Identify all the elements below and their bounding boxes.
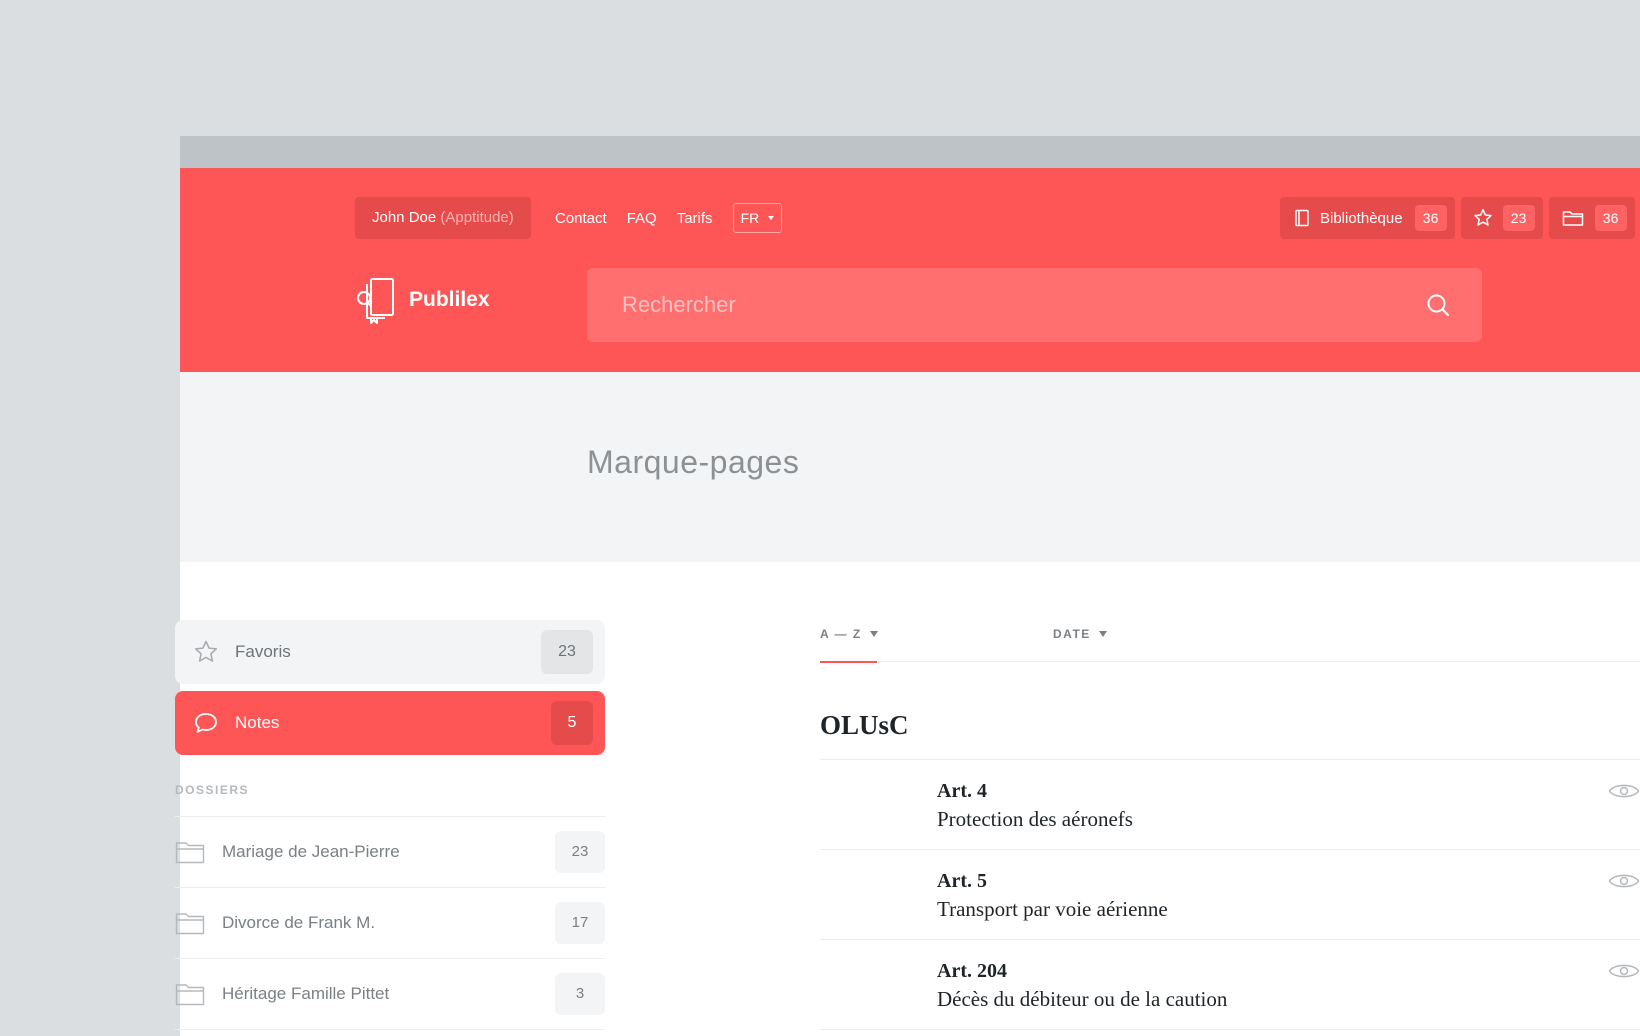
folder-icon — [175, 842, 205, 864]
nav-tarifs-link[interactable]: Tarifs — [677, 210, 713, 227]
caret-down-icon — [768, 216, 775, 220]
sort-date-button[interactable]: DATE — [1053, 627, 1107, 641]
book-icon — [1295, 209, 1309, 227]
folder-item[interactable]: Mariage de Jean-Pierre 23 — [175, 817, 605, 888]
sort-az-button[interactable]: A — Z — [820, 627, 878, 641]
language-select[interactable]: FR — [732, 203, 783, 233]
count-badge: 23 — [541, 630, 593, 674]
article-title: Protection des aéronefs — [937, 807, 1133, 831]
article-row[interactable]: Art. 204 Décès du débiteur ou de la caut… — [820, 940, 1640, 1030]
folders-button[interactable]: 36 — [1548, 197, 1635, 239]
library-button[interactable]: Bibliothèque 36 — [1280, 197, 1455, 239]
sidebar: Favoris 23 Notes 5 DOSSIERS Mariage de J… — [175, 620, 605, 1030]
favorites-button[interactable]: 23 — [1460, 197, 1543, 239]
folders-heading: DOSSIERS — [175, 783, 605, 817]
caret-down-icon — [869, 631, 878, 637]
count-badge: 5 — [551, 701, 593, 745]
bookmark-list: A — Z DATE OLUsC Art. 4 Protection des a… — [820, 620, 1640, 1030]
count-badge: 23 — [555, 831, 605, 873]
user-menu-button[interactable]: John Doe (Apptitude) — [355, 197, 531, 239]
favorites-count-badge: 23 — [1502, 205, 1535, 231]
sort-date-label: DATE — [1053, 627, 1091, 641]
sidebar-item-notes[interactable]: Notes 5 — [175, 691, 605, 755]
sort-bar: A — Z DATE — [820, 620, 1640, 663]
search-input[interactable] — [587, 268, 1482, 342]
eye-icon[interactable] — [1608, 780, 1640, 802]
folder-icon — [1562, 211, 1583, 226]
user-name: John Doe — [372, 209, 437, 226]
count-badge: 3 — [555, 973, 605, 1015]
library-count-badge: 36 — [1414, 205, 1447, 231]
folder-icon — [175, 984, 205, 1006]
sidebar-item-label: Notes — [235, 713, 280, 732]
folder-name: Divorce de Frank M. — [222, 913, 376, 932]
header-counters: Bibliothèque 36 23 36 — [1280, 197, 1640, 239]
star-icon — [1473, 209, 1492, 226]
sort-az-label: A — Z — [820, 627, 862, 641]
search-bar — [587, 268, 1482, 342]
folder-name: Mariage de Jean-Pierre — [222, 842, 400, 861]
search-icon[interactable] — [1426, 293, 1450, 317]
nav-faq-link[interactable]: FAQ — [627, 210, 657, 227]
eye-icon[interactable] — [1608, 870, 1640, 892]
article-number: Art. 5 — [937, 870, 987, 892]
language-value: FR — [740, 210, 760, 226]
article-number: Art. 4 — [937, 780, 987, 802]
brand-name: Publilex — [409, 288, 490, 311]
count-badge: 17 — [555, 902, 605, 944]
folder-name: Héritage Famille Pittet — [222, 984, 390, 1003]
folder-item[interactable]: Héritage Famille Pittet 3 — [175, 959, 605, 1030]
header: John Doe (Apptitude) Contact FAQ Tarifs … — [180, 168, 1640, 372]
page-title: Marque-pages — [587, 444, 800, 480]
sidebar-item-label: Favoris — [235, 642, 291, 661]
folder-item[interactable]: Divorce de Frank M. 17 — [175, 888, 605, 959]
caret-down-icon — [1098, 631, 1107, 637]
group-title: OLUsC — [820, 710, 1640, 760]
star-icon — [194, 640, 218, 662]
article-title: Transport par voie aérienne — [937, 897, 1168, 921]
article-title: Décès du débiteur ou de la caution — [937, 987, 1228, 1011]
nav-contact-link[interactable]: Contact — [555, 210, 607, 227]
library-label: Bibliothèque — [1320, 209, 1403, 227]
page-header-band: Marque-pages — [180, 372, 1640, 562]
comment-icon — [195, 713, 217, 733]
logo-icon — [357, 278, 394, 324]
active-sort-indicator — [820, 660, 877, 663]
user-org: (Apptitude) — [440, 209, 514, 226]
folders-count-badge: 36 — [1594, 205, 1627, 231]
sidebar-item-favorites[interactable]: Favoris 23 — [175, 620, 605, 684]
top-nav: Contact FAQ Tarifs FR — [555, 197, 783, 239]
article-number: Art. 204 — [937, 960, 1007, 982]
eye-icon[interactable] — [1608, 960, 1640, 982]
folder-icon — [175, 913, 205, 935]
article-row[interactable]: Art. 4 Protection des aéronefs — [820, 760, 1640, 850]
window-bar — [180, 136, 1640, 168]
brand-logo[interactable]: Publilex — [355, 276, 490, 324]
article-row[interactable]: Art. 5 Transport par voie aérienne — [820, 850, 1640, 940]
